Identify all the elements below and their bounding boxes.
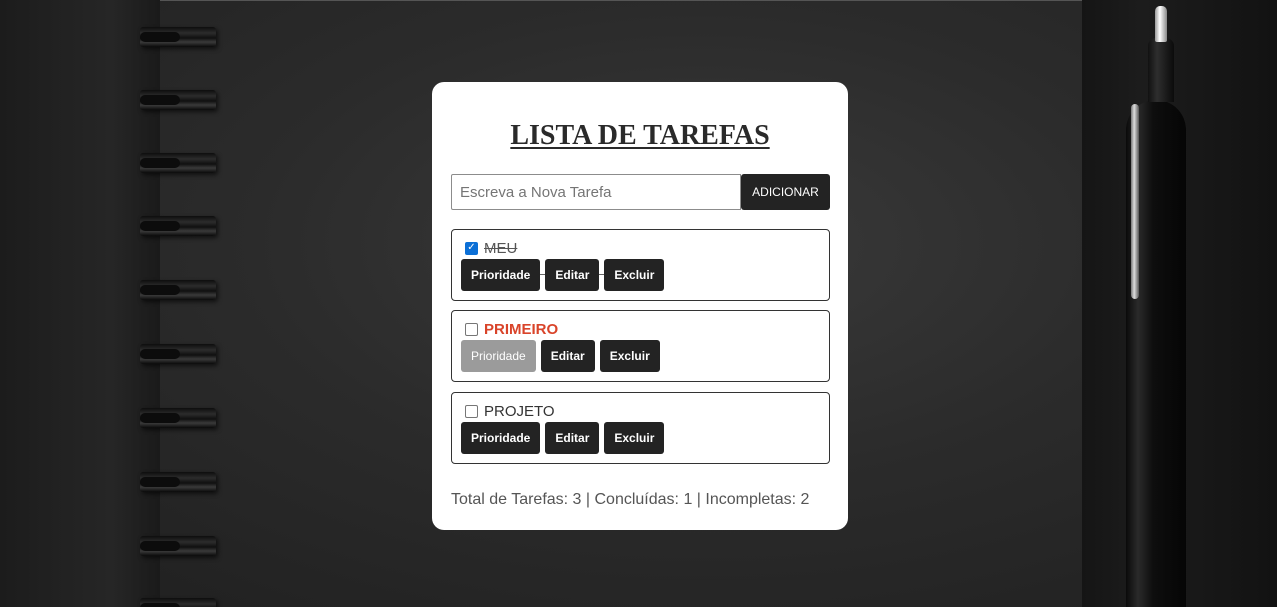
task-checkbox[interactable] — [465, 322, 478, 336]
task-name: MEU — [484, 239, 518, 257]
spiral-ring — [140, 598, 216, 607]
add-task-row: ADICIONAR — [451, 174, 830, 210]
spiral-ring — [140, 280, 216, 300]
spiral-ring — [140, 90, 216, 110]
spiral-ring — [140, 344, 216, 364]
spiral-ring — [140, 408, 216, 428]
task-checkbox[interactable] — [465, 404, 478, 418]
edit-button[interactable]: Editar — [545, 259, 600, 291]
spiral-ring — [140, 27, 216, 47]
pen-clip — [1131, 104, 1139, 299]
edit-button[interactable]: Editar — [540, 340, 595, 372]
priority-button[interactable]: Prioridade — [461, 259, 541, 291]
task-name: PRIMEIRO — [484, 320, 559, 338]
task-item: PRIMEIRO Prioridade Editar Excluir — [451, 310, 830, 382]
task-name: PROJETO — [484, 402, 555, 420]
task-header: PRIMEIRO — [465, 320, 558, 338]
delete-button[interactable]: Excluir — [599, 340, 660, 372]
pen-neck — [1148, 38, 1174, 102]
spiral-ring — [140, 216, 216, 236]
task-actions: Prioridade Editar Excluir — [461, 340, 660, 372]
notebook-spiral-edge — [0, 0, 160, 607]
pen-tip — [1155, 6, 1167, 42]
task-checkbox[interactable]: ✓ — [465, 241, 478, 255]
task-header: PROJETO — [465, 402, 555, 420]
new-task-input[interactable] — [451, 174, 741, 210]
page-title: LISTA DE TAREFAS — [510, 120, 770, 151]
delete-button[interactable]: Excluir — [604, 259, 665, 291]
task-actions: Prioridade Editar Excluir — [461, 259, 665, 291]
delete-button[interactable]: Excluir — [604, 422, 665, 454]
task-item: PROJETO Prioridade Editar Excluir — [451, 392, 830, 464]
task-item: ✓ MEU Prioridade Editar Excluir — [451, 229, 830, 301]
task-actions: Prioridade Editar Excluir — [461, 422, 665, 454]
task-summary: Total de Tarefas: 3 | Concluídas: 1 | In… — [451, 491, 810, 508]
spiral-ring — [140, 472, 216, 492]
spiral-ring — [140, 536, 216, 556]
spiral-ring — [140, 153, 216, 173]
add-task-button[interactable]: ADICIONAR — [741, 174, 830, 210]
priority-button[interactable]: Prioridade — [461, 422, 541, 454]
priority-button[interactable]: Prioridade — [461, 340, 536, 372]
todo-card: LISTA DE TAREFAS ADICIONAR ✓ MEU Priorid… — [432, 82, 848, 530]
edit-button[interactable]: Editar — [545, 422, 600, 454]
task-header: ✓ MEU — [465, 239, 517, 257]
